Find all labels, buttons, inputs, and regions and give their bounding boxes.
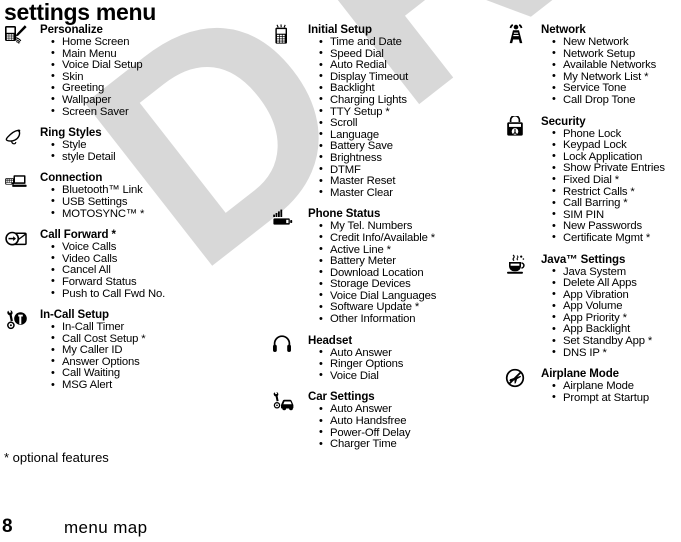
initial-setup-phone-icon (272, 24, 298, 46)
menu-item: Charging Lights (319, 94, 502, 107)
airplane-mode-icon (505, 368, 531, 390)
menu-item: Credit Info/Available * (319, 232, 502, 245)
menu-item: Set Standby App * (552, 335, 681, 348)
menu-item: Call Drop Tone (552, 94, 681, 107)
menu-item: Master Clear (319, 187, 502, 200)
menu-group-title: Headset (308, 334, 353, 347)
menu-group: HeadsetAuto AnswerRinger OptionsVoice Di… (272, 335, 502, 383)
menu-item: Prompt at Startup (552, 392, 681, 405)
menu-item-list: In-Call TimerCall Cost Setup *My Caller … (40, 321, 232, 392)
menu-item: Brightness (319, 152, 502, 165)
menu-item: Keypad Lock (552, 140, 681, 152)
car-settings-icon (272, 391, 298, 413)
menu-item: Other Information (319, 313, 502, 326)
menu-group: NetworkNew NetworkNetwork SetupAvailable… (505, 24, 681, 107)
menu-item: Delete All Apps (552, 277, 681, 290)
menu-item: Screen Saver (51, 106, 232, 119)
connection-icon (4, 172, 30, 194)
menu-group: SecurityPhone LockKeypad LockLock Applic… (505, 115, 681, 245)
menu-item: Fixed Dial * (552, 174, 681, 187)
phone-status-battery-icon (272, 208, 298, 230)
menu-item-list: Java SystemDelete All AppsApp VibrationA… (541, 266, 681, 360)
menu-item-list: Home ScreenMain MenuVoice Dial SetupSkin… (40, 36, 232, 119)
menu-group: ConnectionBluetooth™ LinkUSB SettingsMOT… (4, 172, 232, 220)
menu-item-list: Style style Detail (40, 140, 232, 163)
menu-group: In-Call SetupIn-Call TimerCall Cost Setu… (4, 309, 232, 392)
headset-icon (272, 335, 298, 357)
menu-item-list: Phone LockKeypad LockLock ApplicationSho… (541, 128, 681, 245)
menu-item: In-Call Timer (51, 321, 232, 334)
menu-column-middle: Initial SetupTime and DateSpeed DialAuto… (272, 24, 502, 460)
menu-item: Voice Calls (51, 242, 232, 254)
menu-group: Phone StatusMy Tel. NumbersCredit Info/A… (272, 208, 502, 325)
menu-column-left: PersonalizeHome ScreenMain MenuVoice Dia… (4, 24, 232, 401)
menu-item: Auto Handsfree (319, 415, 502, 428)
menu-item: Voice Dial (319, 370, 502, 383)
menu-group: Ring StylesStyle style Detail (4, 127, 232, 163)
menu-item: MOTOSYNC™ * (51, 208, 232, 221)
menu-item: Battery Meter (319, 255, 502, 268)
menu-group: Java™ SettingsJava SystemDelete All Apps… (505, 254, 681, 360)
menu-item: Voice Dial Setup (51, 60, 232, 72)
menu-item: MSG Alert (51, 379, 232, 392)
personalize-icon (4, 24, 30, 46)
menu-item-list: Time and DateSpeed DialAuto RedialDispla… (308, 36, 502, 200)
menu-item-list: Bluetooth™ LinkUSB SettingsMOTOSYNC™ * (40, 185, 232, 220)
menu-item: Certificate Mgmt * (552, 232, 681, 245)
menu-item: style Detail (51, 151, 232, 164)
page-title: settings menu (4, 0, 157, 25)
menu-item: Scroll (319, 118, 502, 130)
menu-item: Push to Call Fwd No. (51, 288, 232, 301)
menu-group-title: Java™ Settings (541, 253, 626, 266)
menu-column-right: NetworkNew NetworkNetwork SetupAvailable… (505, 24, 681, 413)
java-coffee-cup-icon (505, 254, 531, 276)
call-forward-icon (4, 229, 30, 251)
security-padlock-icon (505, 115, 531, 138)
menu-item-list: Auto AnswerRinger OptionsVoice Dial (308, 347, 502, 383)
menu-item: New Network (552, 36, 681, 49)
footer-label: menu map (64, 518, 148, 537)
page-number: 8 (2, 516, 13, 537)
menu-item: Master Reset (319, 176, 502, 188)
network-tower-icon (505, 24, 531, 46)
menu-group: PersonalizeHome ScreenMain MenuVoice Dia… (4, 24, 232, 118)
in-call-setup-icon (4, 309, 30, 331)
ring-styles-bell-icon (4, 127, 30, 149)
menu-item: DNS IP * (552, 347, 681, 360)
menu-group-title: Security (541, 115, 586, 128)
menu-item: Forward Status (51, 276, 232, 289)
menu-group: Airplane ModeAirplane ModePrompt at Star… (505, 368, 681, 404)
menu-item-list: My Tel. NumbersCredit Info/Available *Ac… (308, 221, 502, 325)
menu-item: Home Screen (51, 36, 232, 49)
menu-item: Time and Date (319, 36, 502, 49)
menu-group: Car SettingsAuto AnswerAuto HandsfreePow… (272, 391, 502, 450)
menu-item: Wallpaper (51, 94, 232, 107)
optional-features-footnote: * optional features (4, 450, 109, 465)
menu-map-page: settings menu PersonalizeHome ScreenMain… (0, 0, 681, 542)
page-footer: 8 menu map (2, 516, 242, 540)
menu-item-list: Auto AnswerAuto HandsfreePower-Off Delay… (308, 404, 502, 450)
menu-item-list: Airplane ModePrompt at Startup (541, 381, 681, 404)
menu-item: USB Settings (51, 196, 232, 209)
menu-item-list: Voice CallsVideo CallsCancel AllForward … (40, 242, 232, 300)
menu-group: Initial SetupTime and DateSpeed DialAuto… (272, 24, 502, 199)
menu-item-list: New NetworkNetwork SetupAvailable Networ… (541, 36, 681, 107)
menu-item: Call Barring * (552, 198, 681, 210)
menu-item: Charger Time (319, 439, 502, 451)
menu-group: Call Forward *Voice CallsVideo CallsCanc… (4, 229, 232, 300)
menu-item: Style (51, 140, 232, 152)
